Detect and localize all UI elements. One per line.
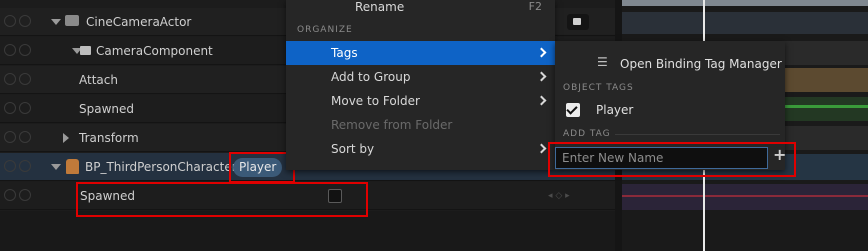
menu-item-label: Rename xyxy=(355,0,405,14)
camera-component-icon xyxy=(80,46,91,55)
headphones-icon[interactable] xyxy=(19,131,31,143)
menu-item-tags[interactable]: Tags xyxy=(286,41,555,65)
headphones-icon[interactable] xyxy=(19,160,31,172)
character-icon xyxy=(66,159,79,174)
headphones-icon[interactable] xyxy=(19,102,31,114)
camera-cut-button[interactable] xyxy=(567,14,589,30)
track-label: Transform xyxy=(79,131,139,145)
checkbox-checked-icon[interactable] xyxy=(566,103,580,117)
section-header-add-tag: ADD TAG xyxy=(563,129,611,139)
track-label: Attach xyxy=(79,73,118,87)
menu-item-label: Remove from Folder xyxy=(331,118,453,132)
tag-label: Player xyxy=(596,103,634,117)
checkmark-icon xyxy=(566,103,578,115)
annotation-highlight-add-tag xyxy=(548,142,796,177)
camera-icon xyxy=(573,18,581,25)
context-menu: Rename F2 ORGANIZE Tags Add to Group Mov… xyxy=(286,0,555,170)
section-divider xyxy=(615,134,780,135)
key-nav-icon[interactable]: ◂ ◇ ▸ xyxy=(548,191,570,201)
eye-icon[interactable] xyxy=(4,15,16,27)
menu-item-label: Sort by xyxy=(331,142,375,156)
eye-icon[interactable] xyxy=(4,102,16,114)
chevron-right-icon xyxy=(536,95,547,106)
menu-item-sort-by[interactable]: Sort by xyxy=(286,137,555,161)
menu-item-label: Add to Group xyxy=(331,70,411,84)
menu-item-label: Move to Folder xyxy=(331,94,420,108)
headphones-icon[interactable] xyxy=(19,15,31,27)
timeline-section[interactable] xyxy=(622,184,868,210)
menu-item-label: Tags xyxy=(331,46,358,60)
collapse-arrow-icon[interactable] xyxy=(51,19,61,25)
eye-icon[interactable] xyxy=(4,73,16,85)
timeline-track[interactable] xyxy=(622,12,868,34)
open-binding-tag-manager-item[interactable]: ☰ Open Binding Tag Manager xyxy=(555,52,785,76)
chevron-right-icon xyxy=(536,47,547,58)
annotation-highlight-spawned-row xyxy=(76,182,368,217)
track-label: CineCameraActor xyxy=(86,15,192,29)
headphones-icon[interactable] xyxy=(19,189,31,201)
shortcut-label: F2 xyxy=(528,0,542,13)
track-label: CameraComponent xyxy=(96,44,213,58)
menu-item-add-to-group[interactable]: Add to Group xyxy=(286,65,555,89)
eye-icon[interactable] xyxy=(4,189,16,201)
chevron-right-icon xyxy=(536,143,547,154)
menu-item-rename[interactable]: Rename F2 xyxy=(286,0,555,19)
expand-arrow-icon[interactable] xyxy=(63,133,69,143)
outliner-empty-area xyxy=(0,211,615,251)
collapse-arrow-icon[interactable] xyxy=(51,164,61,170)
eye-icon[interactable] xyxy=(4,44,16,56)
section-header-organize: ORGANIZE xyxy=(297,25,353,35)
section-header-object-tags: OBJECT TAGS xyxy=(563,83,634,93)
camera-actor-icon xyxy=(65,15,79,26)
list-icon: ☰ xyxy=(597,55,608,69)
tag-item-player[interactable]: Player xyxy=(555,99,785,121)
chevron-right-icon xyxy=(536,71,547,82)
menu-item-move-to-folder[interactable]: Move to Folder xyxy=(286,89,555,113)
menu-item-remove-from-folder: Remove from Folder xyxy=(286,113,555,137)
timeline-curve xyxy=(622,195,868,197)
track-label: BP_ThirdPersonCharacter xyxy=(85,160,237,174)
headphones-icon[interactable] xyxy=(19,44,31,56)
eye-icon[interactable] xyxy=(4,131,16,143)
headphones-icon[interactable] xyxy=(19,73,31,85)
timeline-section[interactable] xyxy=(622,0,868,6)
eye-icon[interactable] xyxy=(4,160,16,172)
menu-item-label: Open Binding Tag Manager xyxy=(620,57,782,71)
track-label: Spawned xyxy=(79,102,135,116)
